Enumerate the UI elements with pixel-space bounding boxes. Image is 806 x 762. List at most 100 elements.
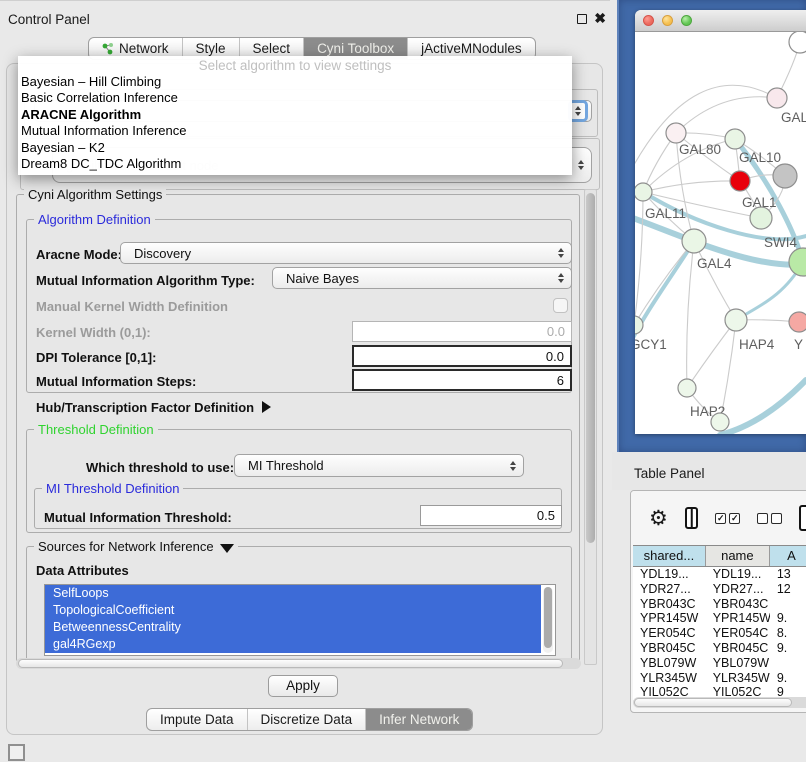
- float-window-icon[interactable]: [577, 14, 587, 24]
- dpi-tolerance-label: DPI Tolerance [0,1]:: [36, 350, 156, 365]
- network-node-gal80[interactable]: [666, 123, 686, 143]
- scrollbar-thumb[interactable]: [634, 698, 792, 707]
- network-edge[interactable]: [643, 181, 740, 192]
- network-node-gal10[interactable]: [725, 129, 745, 149]
- network-node-gal[interactable]: [767, 88, 787, 108]
- network-canvas[interactable]: GALGAL80GAL10GAL1GAL11SWI4GAL4HAP4YGCY1H…: [635, 32, 806, 434]
- manual-kernel-width-checkbox[interactable]: [553, 298, 568, 313]
- select-all-checkboxes-icon[interactable]: ✓✓: [715, 513, 740, 524]
- network-window-titlebar: [635, 10, 806, 32]
- network-node[interactable]: [789, 248, 806, 276]
- network-node[interactable]: [789, 32, 806, 53]
- window-minimize-icon[interactable]: [662, 15, 673, 26]
- table-row[interactable]: YDL19...YDL19...13: [633, 567, 806, 582]
- table-cell: 13: [770, 567, 806, 582]
- data-attributes-list[interactable]: SelfLoopsTopologicalCoefficientBetweenne…: [44, 584, 556, 656]
- mi-algorithm-type-combo[interactable]: Naive Bayes: [272, 267, 572, 289]
- network-node-swi4[interactable]: [750, 207, 772, 229]
- algorithm-option[interactable]: Mutual Information Inference: [18, 123, 572, 139]
- window-close-icon[interactable]: [643, 15, 654, 26]
- chevron-down-icon[interactable]: [220, 544, 234, 553]
- settings-gear-icon[interactable]: ⚙: [649, 508, 668, 529]
- tab-infer-network[interactable]: Infer Network: [365, 709, 472, 730]
- column-header[interactable]: name: [706, 546, 770, 566]
- algorithm-option[interactable]: Bayesian – Hill Climbing: [18, 74, 572, 90]
- table-cell: YDL19...: [706, 567, 770, 582]
- network-node-gal4[interactable]: [682, 229, 706, 253]
- mi-threshold-input[interactable]: 0.5: [420, 505, 562, 526]
- network-edge[interactable]: [635, 241, 694, 344]
- network-graph[interactable]: GALGAL80GAL10GAL1GAL11SWI4GAL4HAP4YGCY1H…: [635, 32, 806, 434]
- list-scrollbar[interactable]: [543, 587, 553, 653]
- network-edge[interactable]: [635, 192, 643, 325]
- network-node[interactable]: [773, 164, 797, 188]
- table-cell: YDR27...: [706, 582, 770, 597]
- table-horizontal-scrollbar[interactable]: [633, 697, 806, 708]
- window-zoom-icon[interactable]: [681, 15, 692, 26]
- network-node-y[interactable]: [789, 312, 806, 332]
- column-header[interactable]: shared...: [633, 546, 706, 566]
- scrollbar-thumb[interactable]: [586, 193, 595, 543]
- network-node-hap2[interactable]: [678, 379, 696, 397]
- network-node[interactable]: [711, 413, 729, 431]
- settings-horizontal-scrollbar[interactable]: [16, 658, 581, 669]
- network-node-gal1[interactable]: [730, 171, 750, 191]
- node-label: HAP4: [739, 337, 775, 352]
- cyni-bottom-tabbar: Impute DataDiscretize Data Infer Network: [146, 708, 473, 731]
- network-edge[interactable]: [720, 380, 806, 434]
- dpi-tolerance-input[interactable]: 0.0: [352, 345, 572, 367]
- network-edge[interactable]: [676, 97, 777, 133]
- aracne-mode-combo[interactable]: Discovery: [120, 242, 572, 264]
- tab-impute-data[interactable]: Impute Data: [147, 709, 247, 730]
- table-row[interactable]: YPR145WYPR145W9.: [633, 611, 806, 626]
- kernel-width-label: Kernel Width (0,1):: [36, 325, 151, 340]
- table-cell: 8.: [770, 626, 806, 641]
- tab-label: Infer Network: [379, 709, 459, 730]
- algorithm-option[interactable]: Bayesian – K2: [18, 140, 572, 156]
- tab-discretize-data[interactable]: Discretize Data: [247, 709, 366, 730]
- mi-threshold-definition-title: MI Threshold Definition: [42, 481, 183, 496]
- table-row[interactable]: YLR345WYLR345W9.: [633, 671, 806, 686]
- deselect-all-checkboxes-icon[interactable]: [757, 513, 782, 524]
- table-cell: 9.: [770, 671, 806, 686]
- table-panel: ⚙ ✓✓ shared...nameAYDL19...YDL19...13YDR…: [630, 490, 806, 713]
- close-icon[interactable]: ✖: [594, 10, 606, 27]
- network-node-gal11[interactable]: [635, 183, 652, 201]
- sources-title[interactable]: Sources for Network Inference: [34, 539, 238, 554]
- table-row[interactable]: YBL079WYBL079W: [633, 656, 806, 671]
- apply-button[interactable]: Apply: [268, 675, 338, 697]
- which-threshold-combo[interactable]: MI Threshold: [234, 454, 524, 477]
- column-header[interactable]: A: [770, 546, 806, 566]
- mi-algorithm-type-label: Mutual Information Algorithm Type:: [36, 273, 255, 288]
- dock-panel-icon[interactable]: [8, 744, 25, 761]
- network-edge[interactable]: [687, 320, 736, 388]
- table-cell: 9.: [770, 611, 806, 626]
- network-edge[interactable]: [687, 241, 694, 388]
- split-columns-icon[interactable]: [685, 507, 699, 529]
- attribute-list-item[interactable]: SelfLoops: [45, 585, 541, 602]
- chevron-right-icon[interactable]: [262, 401, 271, 413]
- new-table-icon[interactable]: [799, 505, 806, 531]
- attribute-list-item[interactable]: TopologicalCoefficient: [45, 602, 541, 619]
- settings-vertical-scrollbar[interactable]: [584, 189, 597, 665]
- algorithm-option[interactable]: Dream8 DC_TDC Algorithm: [18, 156, 572, 172]
- aracne-mode-label: Aracne Mode:: [36, 247, 122, 262]
- cyni-algorithm-settings-title: Cyni Algorithm Settings: [24, 187, 166, 202]
- hub-definition-toggle[interactable]: Hub/Transcription Factor Definition: [36, 400, 271, 415]
- kernel-width-input[interactable]: 0.0: [352, 321, 572, 342]
- mi-steps-input[interactable]: 6: [352, 369, 572, 391]
- table-row[interactable]: YBR043CYBR043C: [633, 597, 806, 612]
- table-row[interactable]: YDR27...YDR27...12: [633, 582, 806, 597]
- algorithm-option[interactable]: ARACNE Algorithm: [18, 107, 572, 123]
- algorithm-option[interactable]: Basic Correlation Inference: [18, 90, 572, 106]
- table-row[interactable]: YER054CYER054C8.: [633, 626, 806, 641]
- control-panel: Control Panel ✖ NetworkStyleSelectCyni T…: [0, 0, 610, 740]
- table-row[interactable]: YBR045CYBR045C9.: [633, 641, 806, 656]
- attribute-list-item[interactable]: gal4RGexp: [45, 636, 541, 653]
- network-node-hap4[interactable]: [725, 309, 747, 331]
- scrollbar-thumb[interactable]: [18, 659, 563, 668]
- scrollbar-thumb[interactable]: [544, 587, 552, 648]
- table-cell: YLR345W: [706, 671, 770, 686]
- attribute-list-item[interactable]: BetweennessCentrality: [45, 619, 541, 636]
- table-cell: YPR145W: [706, 611, 770, 626]
